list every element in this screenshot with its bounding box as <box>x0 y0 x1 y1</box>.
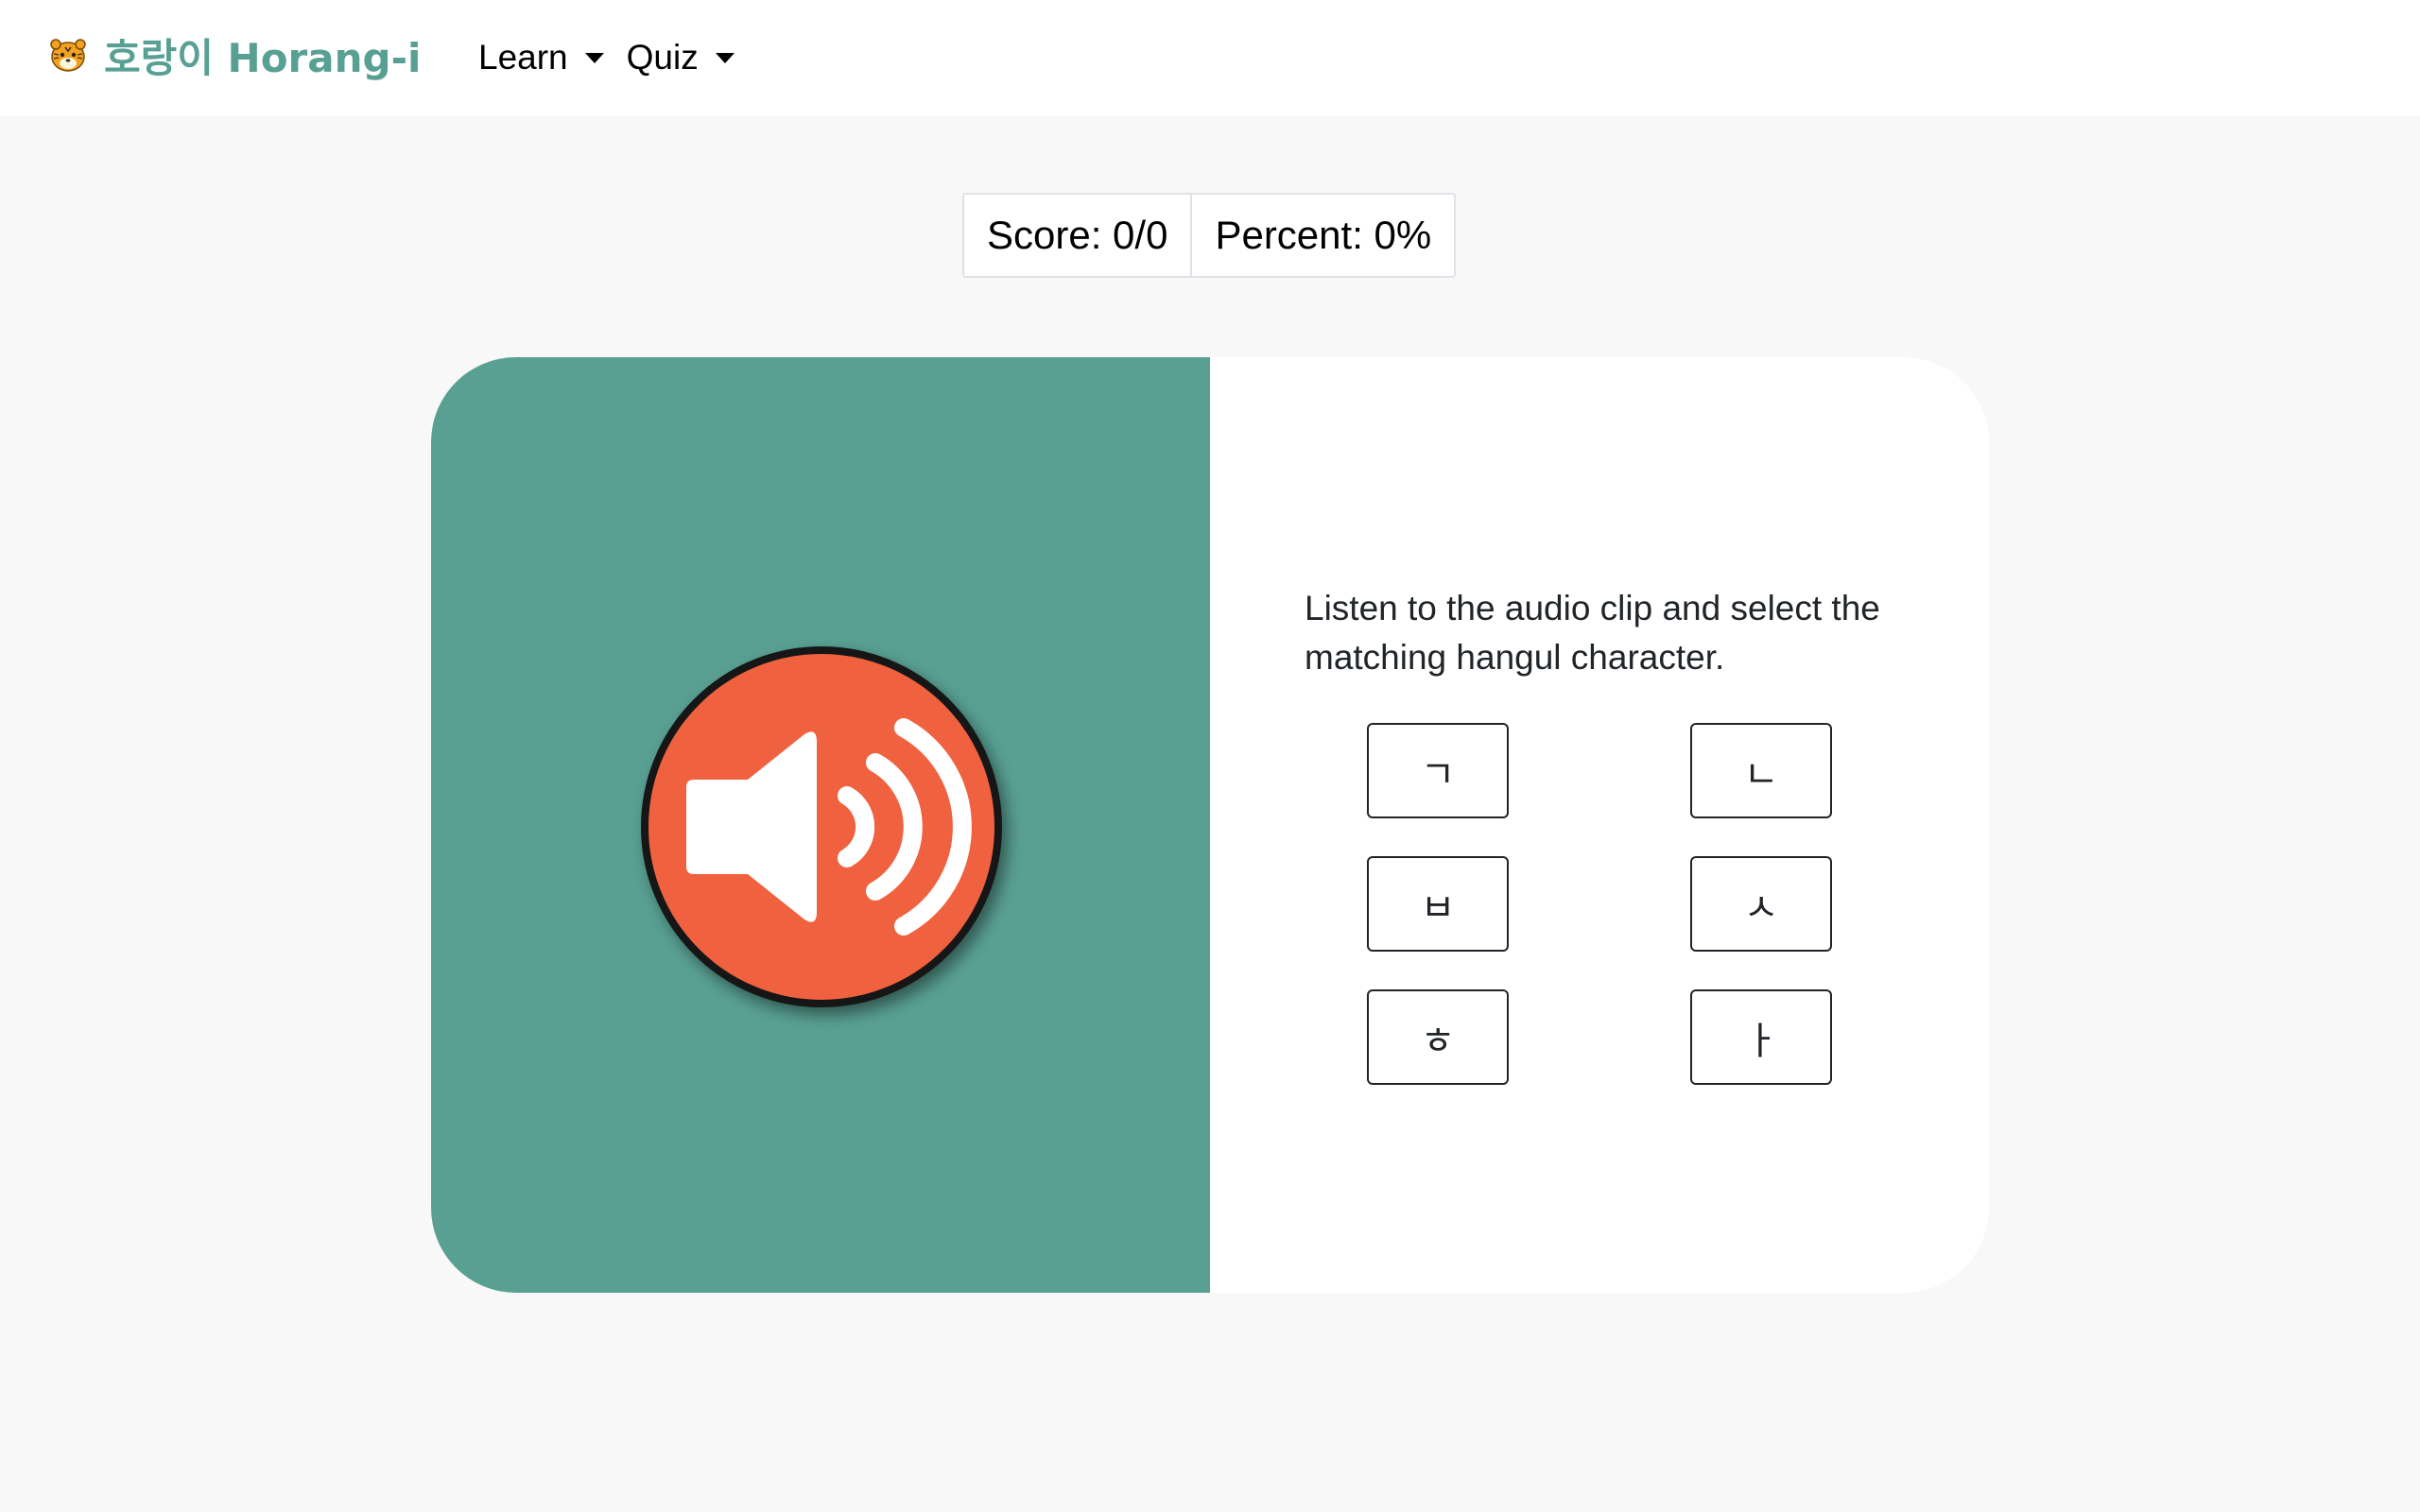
score-value: Score: 0/0 <box>987 213 1168 257</box>
quiz-card: Listen to the audio clip and select the … <box>431 357 1989 1293</box>
question-panel: Listen to the audio clip and select the … <box>1210 357 1989 1293</box>
choice-button-bieup[interactable]: ㅂ <box>1367 856 1509 952</box>
chevron-down-icon <box>715 52 735 63</box>
quiz-instruction: Listen to the audio clip and select the … <box>1305 589 1880 677</box>
speaker-icon <box>686 718 972 936</box>
choice-button-a[interactable]: ㅏ <box>1690 989 1832 1085</box>
brand-link[interactable]: 호랑이 Horang-i <box>49 26 421 83</box>
brand-text: 호랑이 Horang-i <box>104 34 422 81</box>
nav-quiz-label: Quiz <box>626 38 699 77</box>
choice-button-siot[interactable]: ㅅ <box>1690 856 1832 952</box>
choice-button-nieun[interactable]: ㄴ <box>1690 723 1832 818</box>
tiger-face-icon <box>49 36 87 74</box>
choice-button-giyeok[interactable]: ㄱ <box>1367 723 1509 818</box>
choice-button-hieut[interactable]: ㅎ <box>1367 989 1509 1085</box>
play-audio-button[interactable] <box>641 646 1002 1007</box>
percent-value: Percent: 0% <box>1190 195 1454 276</box>
score-panel: Score: 0/0 Percent: 0% <box>962 193 1457 278</box>
audio-panel <box>431 357 1210 1293</box>
navbar: 호랑이 Horang-i Learn Quiz <box>0 0 2420 116</box>
nav-learn-label: Learn <box>478 38 568 77</box>
nav-menu: Learn Quiz <box>478 30 757 85</box>
chevron-down-icon <box>584 52 604 63</box>
nav-learn-dropdown[interactable]: Learn <box>478 38 604 77</box>
nav-quiz-dropdown[interactable]: Quiz <box>627 38 735 77</box>
